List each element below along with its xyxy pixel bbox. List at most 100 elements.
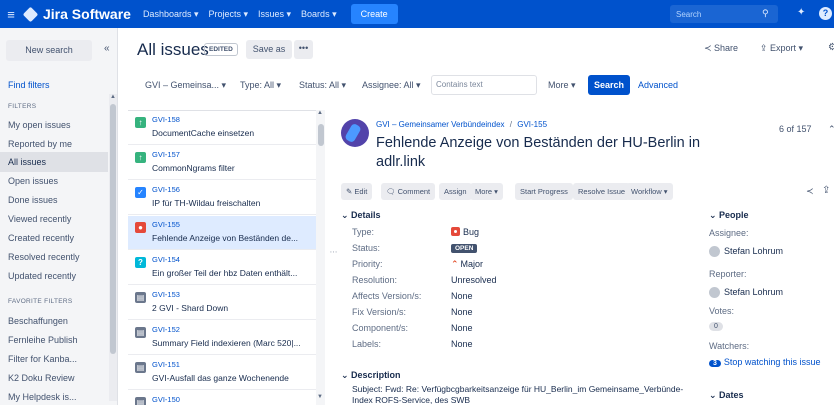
issue-list-item[interactable]: ● GVI-155 Fehlende Anzeige von Beständen d… [128,216,316,250]
issue-key[interactable]: GVI-158 [152,115,180,124]
issue-list-item[interactable]: ▤ GVI-150 [128,391,316,405]
favorite-filter-item[interactable]: Beschaffungen [0,311,108,331]
advanced-search-link[interactable]: Advanced [638,80,678,90]
nav-dashboards[interactable]: Dashboards ▾ [143,9,199,20]
scroll-down-icon[interactable]: ▼ [317,394,323,400]
sidebar-scrollbar[interactable]: ▲ [109,94,117,401]
scroll-up-icon[interactable]: ▲ [110,94,116,100]
filter-all-issues[interactable]: All issues [0,152,108,172]
type-label: Type: [352,227,375,237]
generic-icon: ▤ [135,397,146,405]
issue-key[interactable]: GVI-155 [152,220,180,229]
notifications-icon[interactable]: ✦ [797,7,805,18]
scroll-up-icon[interactable]: ▲ [317,110,323,116]
project-filter[interactable]: GVI – Gemeinsa... ▾ [145,80,226,91]
nav-boards[interactable]: Boards ▾ [301,9,337,20]
priority-value: ⌃ Major [451,259,483,270]
breadcrumb-project[interactable]: GVI – Gemeinsamer Verbündeindex [376,120,505,129]
breadcrumb-issue-key[interactable]: GVI-155 [517,120,547,129]
edit-button[interactable]: ✎ Edit [341,183,373,200]
help-icon[interactable]: ? [819,7,832,20]
assignee-name[interactable]: Stefan Lohrum [724,246,783,256]
generic-icon: ▤ [135,292,146,303]
favorite-filter-item[interactable]: Filter for Kanba... [0,349,108,369]
issue-summary: Fehlende Anzeige von Beständen de... [152,233,299,243]
issue-list-item[interactable]: ▤ GVI-152 Summary Field indexieren (Marc 5… [128,321,316,355]
issue-key[interactable]: GVI-153 [152,290,180,299]
more-actions-button[interactable]: ••• [294,40,313,59]
jira-logo[interactable]: Jira Software [22,6,131,22]
filter-viewed-recently[interactable]: Viewed recently [0,209,108,229]
app-switcher-icon[interactable]: ≡ [0,7,22,22]
issue-key[interactable]: GVI-157 [152,150,180,159]
favorite-filter-item[interactable]: K2 Doku Review [0,368,108,388]
find-filters-link[interactable]: Find filters [8,80,50,90]
issue-key[interactable]: GVI-156 [152,185,180,194]
scrollbar-thumb[interactable] [318,124,324,146]
filter-updated-recently[interactable]: Updated recently [0,266,108,286]
favorite-filter-item[interactable]: My Helpdesk is... [0,387,108,405]
reporter-name[interactable]: Stefan Lohrum [724,287,783,297]
assign-button[interactable]: Assign [439,183,472,200]
more-filters[interactable]: More ▾ [548,80,576,91]
filter-reported-by-me[interactable]: Reported by me [0,134,108,154]
gear-icon[interactable]: ⚙ [828,42,834,53]
people-section-heading[interactable]: ⌄ People [709,210,749,221]
watch-text: Stop watching this issue [723,357,821,367]
share-icon[interactable]: ≺ [806,186,814,197]
issue-list-item[interactable]: ? GVI-154 Ein großer Teil der hbz Daten en… [128,251,316,285]
status-value: OPEN [451,242,478,253]
generic-icon: ▤ [135,327,146,338]
issue-key[interactable]: GVI-152 [152,325,180,334]
issue-key[interactable]: GVI-151 [152,360,180,369]
issue-list-item[interactable]: ▤ GVI-151 GVI-Ausfall das ganze Wochenende [128,356,316,390]
dates-section-heading[interactable]: ⌄ Dates [709,390,744,401]
new-search-button[interactable]: New search [6,40,92,61]
create-button[interactable]: Create [350,4,398,24]
nav-projects[interactable]: Projects ▾ [208,9,248,20]
status-filter[interactable]: Status: All ▾ [299,80,346,91]
stop-watching-link[interactable]: 3 Stop watching this issue [709,357,820,367]
filter-my-open-issues[interactable]: My open issues [0,115,108,135]
favorite-filter-item[interactable]: Fernleihe Publish [0,330,108,350]
start-progress-button[interactable]: Start Progress [515,183,573,200]
votes-count[interactable]: 0 [709,322,723,331]
contains-text-input[interactable]: Contains text [431,75,537,95]
issue-summary: GVI-Ausfall das ganze Wochenende [152,373,289,383]
nav-issues[interactable]: Issues ▾ [258,9,291,20]
previous-issue-icon[interactable]: ⌃ [828,124,834,135]
share-button[interactable]: ≺ Share [704,43,738,54]
export-icon[interactable]: ⇪ [822,185,830,196]
issue-key[interactable]: GVI-150 [152,395,180,404]
search-icon[interactable]: ⚲ [762,8,769,19]
assignee-filter[interactable]: Assignee: All ▾ [362,80,421,91]
workflow-button[interactable]: Workflow ▾ [626,183,673,200]
issue-summary: IP für TH-Wildau freischalten [152,198,261,208]
pane-resize-handle[interactable]: ⋮ [329,248,338,255]
save-as-button[interactable]: Save as [246,40,292,59]
export-button[interactable]: ⇪ Export ▾ [760,43,803,54]
filter-done-issues[interactable]: Done issues [0,190,108,210]
issue-list-scrollbar[interactable]: ▲ ▼ [316,110,325,405]
filter-open-issues[interactable]: Open issues [0,171,108,191]
description-section-heading[interactable]: ⌄ Description [341,370,401,381]
issue-key[interactable]: GVI-154 [152,255,180,264]
issue-list-item[interactable]: ↑ GVI-158 DocumentCache einsetzen [128,111,316,145]
issue-list-item[interactable]: ▤ GVI-153 2 GVI - Shard Down [128,286,316,320]
collapse-sidebar-icon[interactable]: « [104,43,110,54]
share-label: Share [714,43,739,53]
search-button[interactable]: Search [588,75,630,95]
type-filter[interactable]: Type: All ▾ [240,80,281,91]
fix-version-label: Fix Version/s: [352,307,407,317]
details-section-heading[interactable]: ⌄ Details [341,210,381,221]
export-label: Export ▾ [770,43,804,53]
issue-list-item[interactable]: ✓ GVI-156 IP für TH-Wildau freischalten [128,181,316,215]
issue-list-item[interactable]: ↑ GVI-157 CommonNgrams filter [128,146,316,180]
resolve-issue-button[interactable]: Resolve Issue [573,183,631,200]
filter-resolved-recently[interactable]: Resolved recently [0,247,108,267]
filters-heading: FILTERS [8,103,37,110]
more-button[interactable]: More ▾ [470,183,503,200]
filter-created-recently[interactable]: Created recently [0,228,108,248]
scrollbar-thumb[interactable] [110,104,116,354]
comment-button[interactable]: 🗨 Comment [381,183,436,200]
